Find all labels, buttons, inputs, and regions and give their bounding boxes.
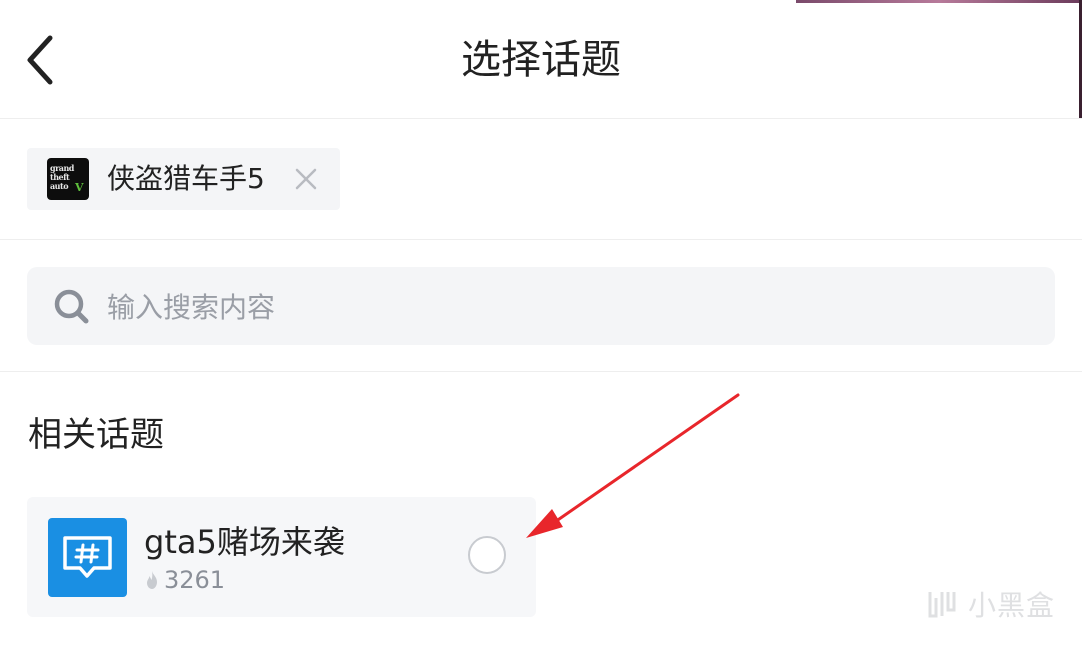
game-logo-text-2: theft: [50, 172, 70, 182]
related-topics-heading: 相关话题: [28, 415, 164, 455]
game-logo: grand theft auto V: [47, 158, 89, 200]
selected-game-chip[interactable]: grand theft auto V 侠盗猎车手5: [27, 148, 340, 210]
search-icon: [54, 289, 89, 324]
topic-heat-value: 3261: [164, 566, 226, 594]
close-icon: [295, 168, 317, 190]
search-input[interactable]: [105, 282, 1009, 332]
hashtag-chat-icon: [63, 536, 112, 578]
topic-select-radio[interactable]: [468, 536, 506, 574]
game-logo-text-1: grand: [50, 163, 74, 173]
header-bar: 选择话题: [0, 0, 1082, 119]
topic-icon: [48, 518, 127, 597]
game-logo-text-3: auto: [50, 181, 69, 191]
watermark: 小黑盒: [922, 582, 1055, 626]
game-logo-mark: V: [75, 181, 84, 194]
watermark-text: 小黑盒: [968, 589, 1056, 622]
topic-heat: 3261: [144, 565, 225, 595]
flame-icon: [147, 571, 157, 589]
watermark-logo-icon: [928, 592, 956, 618]
topic-item[interactable]: gta5赌场来袭 3261: [27, 497, 536, 617]
search-row: [0, 240, 1082, 372]
topic-title: gta5赌场来袭: [144, 523, 345, 561]
selected-game-label: 侠盗猎车手5: [107, 162, 265, 195]
page-title: 选择话题: [461, 37, 621, 83]
search-box[interactable]: [27, 267, 1055, 345]
remove-game-button[interactable]: [293, 166, 319, 192]
selected-game-row: grand theft auto V 侠盗猎车手5: [0, 119, 1082, 240]
